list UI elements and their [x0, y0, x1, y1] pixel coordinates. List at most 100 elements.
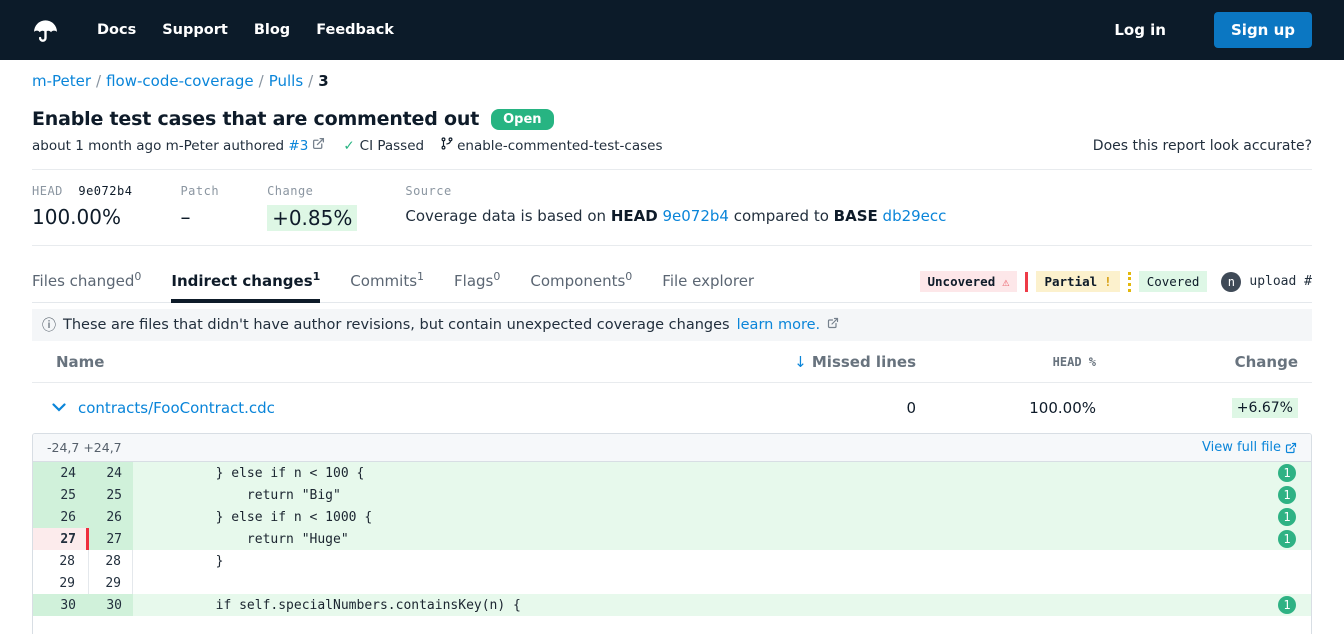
- git-branch-icon: [440, 136, 454, 155]
- upload-count-icon: n: [1221, 272, 1241, 292]
- head-line-number: 26: [89, 506, 133, 528]
- pull-meta-text: about 1 month ago m-Peter authored: [32, 138, 284, 154]
- head-line-number: 29: [89, 572, 133, 594]
- tab-file-explorer[interactable]: File explorer: [662, 262, 754, 302]
- base-line-number: 28: [33, 550, 89, 572]
- stat-change-label: Change: [267, 184, 357, 198]
- base-line-number: 30: [33, 594, 89, 616]
- base-line-number: 24: [33, 462, 89, 484]
- code-text: if self.specialNumbers.containsKey(n) {: [133, 594, 1263, 616]
- code-text: [133, 572, 1263, 594]
- tab-flags[interactable]: Flags0: [454, 262, 500, 302]
- stat-patch: Patch –: [180, 184, 219, 231]
- stat-source: Source Coverage data is based on HEAD 9e…: [405, 184, 946, 231]
- coverage-legend: Uncovered⚠︎ Partial! Covered n upload #: [920, 271, 1313, 302]
- tab-components[interactable]: Components0: [530, 262, 632, 302]
- head-line-number: 27: [89, 528, 133, 550]
- file-missed-lines: 0: [736, 399, 916, 417]
- stat-head-value: 100.00%: [32, 205, 132, 229]
- info-icon: ⓘ: [42, 315, 56, 335]
- breadcrumb-separator: /: [308, 72, 313, 90]
- breadcrumb: m-Peter / flow-code-coverage / Pulls / 3: [32, 72, 1312, 90]
- files-table-header: Name ↓ Missed lines HEAD % Change: [32, 341, 1312, 383]
- file-head-percent: 100.00%: [916, 399, 1096, 417]
- hunk-header: -24,7 +24,7: [47, 440, 122, 455]
- breadcrumb-separator: /: [96, 72, 101, 90]
- indirect-changes-banner: ⓘ These are files that didn't have autho…: [32, 309, 1312, 341]
- breadcrumb-repo[interactable]: flow-code-coverage: [106, 72, 254, 90]
- code-text: } else if n < 100 {: [133, 462, 1263, 484]
- upload-count-badge: 1: [1278, 596, 1296, 614]
- banner-text: These are files that didn't have author …: [63, 317, 730, 333]
- file-name-link[interactable]: contracts/FooContract.cdc: [78, 399, 275, 417]
- breadcrumb-pull-number: 3: [318, 72, 328, 90]
- top-navbar: Docs Support Blog Feedback Log in Sign u…: [0, 0, 1344, 60]
- ci-check-icon: ✓: [343, 138, 354, 154]
- stat-patch-label: Patch: [180, 184, 219, 198]
- source-base-sha-link[interactable]: db29ecc: [883, 207, 947, 225]
- nav-link-feedback[interactable]: Feedback: [316, 22, 394, 38]
- nav-link-blog[interactable]: Blog: [254, 22, 290, 38]
- signup-button[interactable]: Sign up: [1214, 12, 1312, 48]
- code-text: return "Huge": [133, 528, 1263, 550]
- code-line: 30 30 if self.specialNumbers.containsKey…: [33, 594, 1311, 616]
- stat-head: HEAD 9e072b4 100.00%: [32, 184, 132, 231]
- code-line: 28 28 }: [33, 550, 1311, 572]
- report-accuracy-link[interactable]: Does this report look accurate?: [1093, 138, 1312, 154]
- base-line-number-uncovered: 27: [33, 528, 89, 550]
- uncovered-bar-sample: [1025, 272, 1028, 292]
- partial-mark-icon: !: [1104, 274, 1112, 289]
- breadcrumb-pulls[interactable]: Pulls: [269, 72, 303, 90]
- upload-count-badge: 1: [1278, 464, 1296, 482]
- head-line-number: 30: [89, 594, 133, 616]
- nav-link-docs[interactable]: Docs: [97, 22, 136, 38]
- login-link[interactable]: Log in: [1114, 21, 1166, 39]
- column-header-change[interactable]: Change: [1096, 353, 1312, 371]
- ci-status-label: CI Passed: [360, 138, 424, 154]
- column-header-head-percent[interactable]: HEAD %: [916, 355, 1096, 369]
- branch-name: enable-commented-test-cases: [457, 138, 662, 154]
- base-line-number: 29: [33, 572, 89, 594]
- tab-indirect-changes[interactable]: Indirect changes1: [171, 262, 320, 302]
- diff-viewer: -24,7 +24,7 View full file 24 24 } else …: [32, 433, 1312, 634]
- learn-more-link[interactable]: learn more.: [737, 317, 821, 333]
- source-description: Coverage data is based on HEAD 9e072b4 c…: [405, 207, 946, 225]
- breadcrumb-separator: /: [259, 72, 264, 90]
- stat-change: Change +0.85%: [267, 184, 357, 231]
- code-line: 26 26 } else if n < 1000 { 1: [33, 506, 1311, 528]
- code-text: return "Big": [133, 484, 1263, 506]
- tab-commits[interactable]: Commits1: [350, 262, 424, 302]
- partial-bar-sample: [1128, 272, 1131, 292]
- nav-link-support[interactable]: Support: [162, 22, 228, 38]
- file-table-row: contracts/FooContract.cdc 0 100.00% +6.6…: [32, 383, 1312, 433]
- external-link-icon: [827, 317, 839, 333]
- warning-triangle-icon: ⚠︎: [1002, 275, 1009, 289]
- chevron-down-icon[interactable]: [52, 402, 66, 415]
- tab-files-changed[interactable]: Files changed0: [32, 262, 141, 302]
- base-line-number: 26: [33, 506, 89, 528]
- divider: [32, 169, 1312, 170]
- stat-change-value: +0.85%: [267, 205, 357, 231]
- divider: [32, 245, 1312, 246]
- upload-count-badge: 1: [1278, 486, 1296, 504]
- code-line: 25 25 return "Big" 1: [33, 484, 1311, 506]
- pull-number-link[interactable]: #3: [288, 138, 308, 154]
- breadcrumb-owner[interactable]: m-Peter: [32, 72, 91, 90]
- legend-uncovered: Uncovered⚠︎: [920, 271, 1018, 292]
- legend-partial: Partial!: [1036, 271, 1119, 292]
- file-change-value: +6.67%: [1232, 398, 1298, 418]
- sort-descending-icon: ↓: [794, 353, 807, 371]
- column-header-name[interactable]: Name: [32, 353, 736, 371]
- view-full-file-link[interactable]: View full file: [1202, 440, 1297, 455]
- legend-covered: Covered: [1139, 271, 1208, 292]
- code-text: } else if n < 1000 {: [133, 506, 1263, 528]
- head-line-number: 25: [89, 484, 133, 506]
- source-head-sha-link[interactable]: 9e072b4: [662, 207, 728, 225]
- upload-label: upload #: [1249, 274, 1312, 289]
- head-line-number: 28: [89, 550, 133, 572]
- head-line-number: 24: [89, 462, 133, 484]
- codecov-umbrella-icon[interactable]: [32, 17, 59, 44]
- column-header-missed-lines[interactable]: ↓ Missed lines: [736, 353, 916, 371]
- stat-source-label: Source: [405, 184, 946, 198]
- tab-bar: Files changed0 Indirect changes1 Commits…: [32, 262, 1312, 303]
